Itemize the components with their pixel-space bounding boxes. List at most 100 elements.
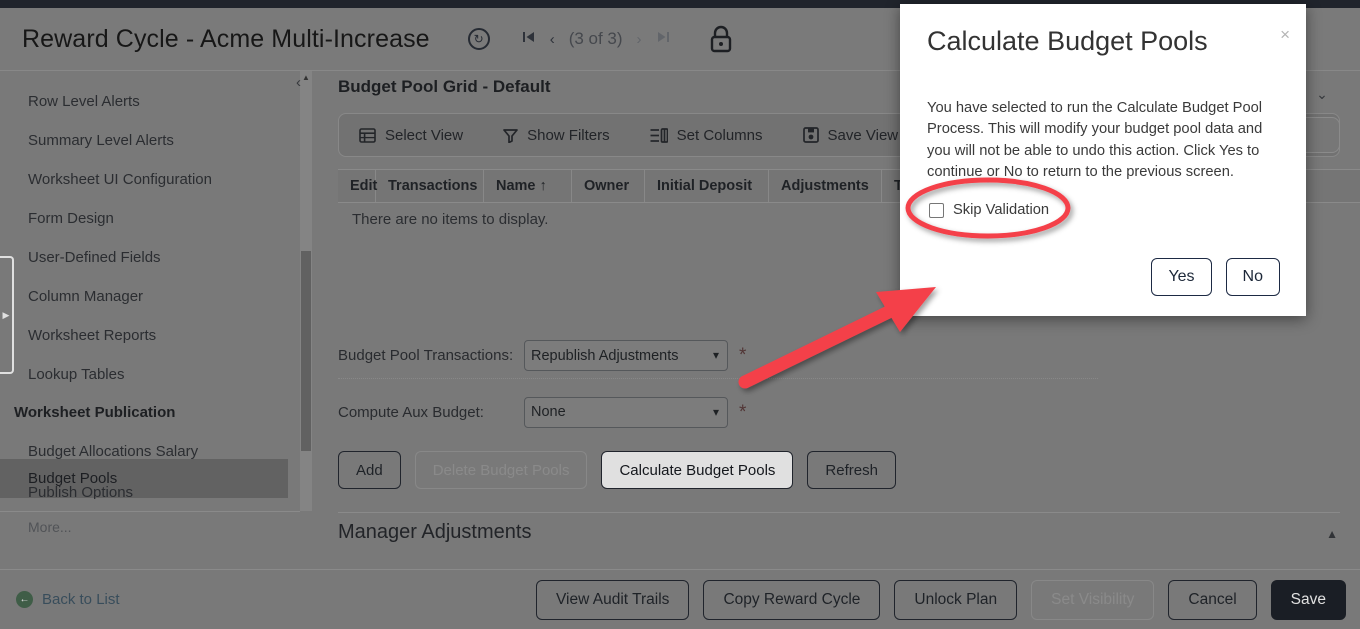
field-label: Compute Aux Budget: <box>338 403 484 421</box>
column-header-adjustments[interactable]: Adjustments <box>769 170 882 202</box>
sidebar-item-label: Budget Allocations Salary <box>28 443 199 460</box>
field-label: Budget Pool Transactions: <box>338 347 514 364</box>
calculate-budget-pools-button[interactable]: Calculate Budget Pools <box>601 451 794 489</box>
sidebar-item-worksheet-reports[interactable]: Worksheet Reports <box>0 316 288 355</box>
toolbar-set-columns[interactable]: Set Columns <box>630 114 783 156</box>
column-header-label: Edit <box>350 178 378 194</box>
toolbar-label: Show Filters <box>527 126 610 144</box>
panel-collapse-chevron-icon[interactable]: ‹ <box>296 74 301 91</box>
manager-adjustments-title: Manager Adjustments <box>338 521 532 543</box>
add-button[interactable]: Add <box>338 451 401 489</box>
skip-validation-label: Skip Validation <box>953 202 1050 218</box>
grid-action-buttons: Add Delete Budget Pools Calculate Budget P… <box>338 451 896 489</box>
sidebar-item-form-design[interactable]: Form Design <box>0 199 288 238</box>
lock-icon[interactable] <box>708 24 734 54</box>
scroll-up-arrow-icon[interactable]: ▲ <box>300 71 312 85</box>
skip-validation-row[interactable]: Skip Validation <box>929 202 1049 218</box>
view-audit-trails-button[interactable]: View Audit Trails <box>536 579 690 620</box>
budget-pool-transactions-select[interactable]: Republish AdjustmentsNone <box>524 340 728 371</box>
pager-last-icon[interactable] <box>656 30 670 48</box>
sidebar-item-worksheet-publication[interactable]: Worksheet Publication <box>0 394 288 430</box>
pager-prev-icon[interactable]: ‹ <box>550 31 555 48</box>
column-header-owner[interactable]: Owner <box>572 170 645 202</box>
footer-button-group: View Audit Trails Copy Reward Cycle Unlock… <box>536 579 1346 620</box>
delete-budget-pools-button: Delete Budget Pools <box>414 451 588 489</box>
cancel-button[interactable]: Cancel <box>1168 579 1257 620</box>
required-indicator: * <box>739 401 747 423</box>
back-arrow-icon: ← <box>16 591 33 608</box>
sidebar-item-publish-options[interactable]: Publish Options <box>0 485 288 499</box>
budget-pool-transactions-select-wrap: Republish AdjustmentsNone ▾ <box>524 340 728 371</box>
toolbar-label: Set Columns <box>676 126 763 144</box>
sidebar-item-label: Worksheet UI Configuration <box>28 171 212 188</box>
save-button[interactable]: Save <box>1270 579 1346 620</box>
column-header-label: Transactions <box>388 178 478 194</box>
grid-icon <box>359 127 376 143</box>
pager-count: (3 of 3) <box>568 29 623 48</box>
sidebar-item-label: Publish Options <box>28 485 134 499</box>
left-sidebar: Row Level Alerts Summary Level Alerts Work… <box>0 70 312 569</box>
dialog-actions: Yes No <box>1151 258 1280 296</box>
sidebar-item-row-level-alerts[interactable]: Row Level Alerts <box>0 82 288 121</box>
column-header-name[interactable]: Name ↑ <box>484 170 572 202</box>
compute-aux-budget-select[interactable]: None <box>524 396 728 428</box>
toolbar-save-view[interactable]: Save View <box>783 114 919 156</box>
unlock-plan-button[interactable]: Unlock Plan <box>894 579 1018 620</box>
column-header-edit[interactable]: Edit <box>338 170 378 202</box>
record-pager: ‹ (3 of 3) › <box>522 29 670 49</box>
save-icon <box>802 127 819 143</box>
copy-reward-cycle-button[interactable]: Copy Reward Cycle <box>703 579 881 620</box>
toolbar-label: Select View <box>385 126 464 144</box>
sidebar-item-user-defined-fields[interactable]: User-Defined Fields <box>0 238 288 277</box>
refresh-record-icon[interactable]: ↻ <box>467 28 490 50</box>
sidebar-scrollbar[interactable]: ▲ <box>300 71 312 511</box>
sidebar-item-summary-level-alerts[interactable]: Summary Level Alerts <box>0 121 288 160</box>
pager-first-icon[interactable] <box>522 30 536 48</box>
sidebar-expand-handle[interactable]: ▶ <box>0 256 14 374</box>
dialog-title: Calculate Budget Pools <box>927 26 1208 56</box>
column-header-label: Initial Deposit <box>657 178 753 194</box>
refresh-button[interactable]: Refresh <box>807 451 896 489</box>
pager-next-icon[interactable]: › <box>637 31 642 48</box>
toolbar-label: Save View <box>827 126 899 144</box>
column-header-label: Name ↑ <box>496 178 547 194</box>
sidebar-item-label: User-Defined Fields <box>28 249 161 266</box>
toolbar-show-filters[interactable]: Show Filters <box>483 114 630 156</box>
column-header-transactions[interactable]: Transactions <box>376 170 484 202</box>
sidebar-item-label: Worksheet Publication <box>14 403 176 421</box>
manager-adjustments-collapse-icon[interactable]: ▲ <box>1326 527 1338 541</box>
compute-aux-budget-select-wrap: None ▾ <box>524 396 728 428</box>
column-header-label: Owner <box>584 178 630 194</box>
field-row-budget-pool-transactions: Budget Pool Transactions: Republish Adju… <box>338 333 1098 379</box>
grid-title: Budget Pool Grid - Default <box>338 77 551 96</box>
no-button[interactable]: No <box>1225 258 1280 296</box>
sidebar-item-worksheet-ui-configuration[interactable]: Worksheet UI Configuration <box>0 160 288 199</box>
set-visibility-button: Set Visibility <box>1031 579 1155 620</box>
funnel-icon <box>503 128 518 143</box>
section-divider <box>338 512 1340 513</box>
page-title: Reward Cycle - Acme Multi-Increase <box>22 24 430 53</box>
sidebar-scroll-region: Row Level Alerts Summary Level Alerts Work… <box>0 71 300 511</box>
sidebar-item-column-manager[interactable]: Column Manager <box>0 277 288 316</box>
toolbar-select-view[interactable]: Select View <box>339 114 483 156</box>
column-header-initial-deposit[interactable]: Initial Deposit <box>645 170 769 202</box>
section-collapse-chevron-icon[interactable]: ⌄ <box>1304 77 1340 103</box>
yes-button[interactable]: Yes <box>1151 258 1212 296</box>
back-to-list-link[interactable]: ← Back to List <box>16 591 120 608</box>
sidebar-more-link[interactable]: More... <box>0 511 300 541</box>
sidebar-item-label: Summary Level Alerts <box>28 132 174 149</box>
grid-empty-message: There are no items to display. <box>352 211 549 228</box>
sidebar-item-label: Form Design <box>28 210 114 227</box>
field-row-compute-aux-budget: Compute Aux Budget: None ▾ * <box>338 389 1098 435</box>
sidebar-scrollbar-thumb[interactable] <box>301 251 311 451</box>
close-icon[interactable]: × <box>1280 26 1290 43</box>
sidebar-item-lookup-tables[interactable]: Lookup Tables <box>0 355 288 394</box>
dialog-message: You have selected to run the Calculate B… <box>927 100 1263 181</box>
back-to-list-label: Back to List <box>42 591 120 608</box>
sidebar-item-label: Column Manager <box>28 288 144 305</box>
skip-validation-checkbox[interactable] <box>929 202 944 218</box>
columns-icon <box>650 127 668 143</box>
sidebar-item-label: Worksheet Reports <box>28 327 157 344</box>
column-header-label: Adjustments <box>781 178 869 194</box>
required-indicator: * <box>739 345 747 366</box>
